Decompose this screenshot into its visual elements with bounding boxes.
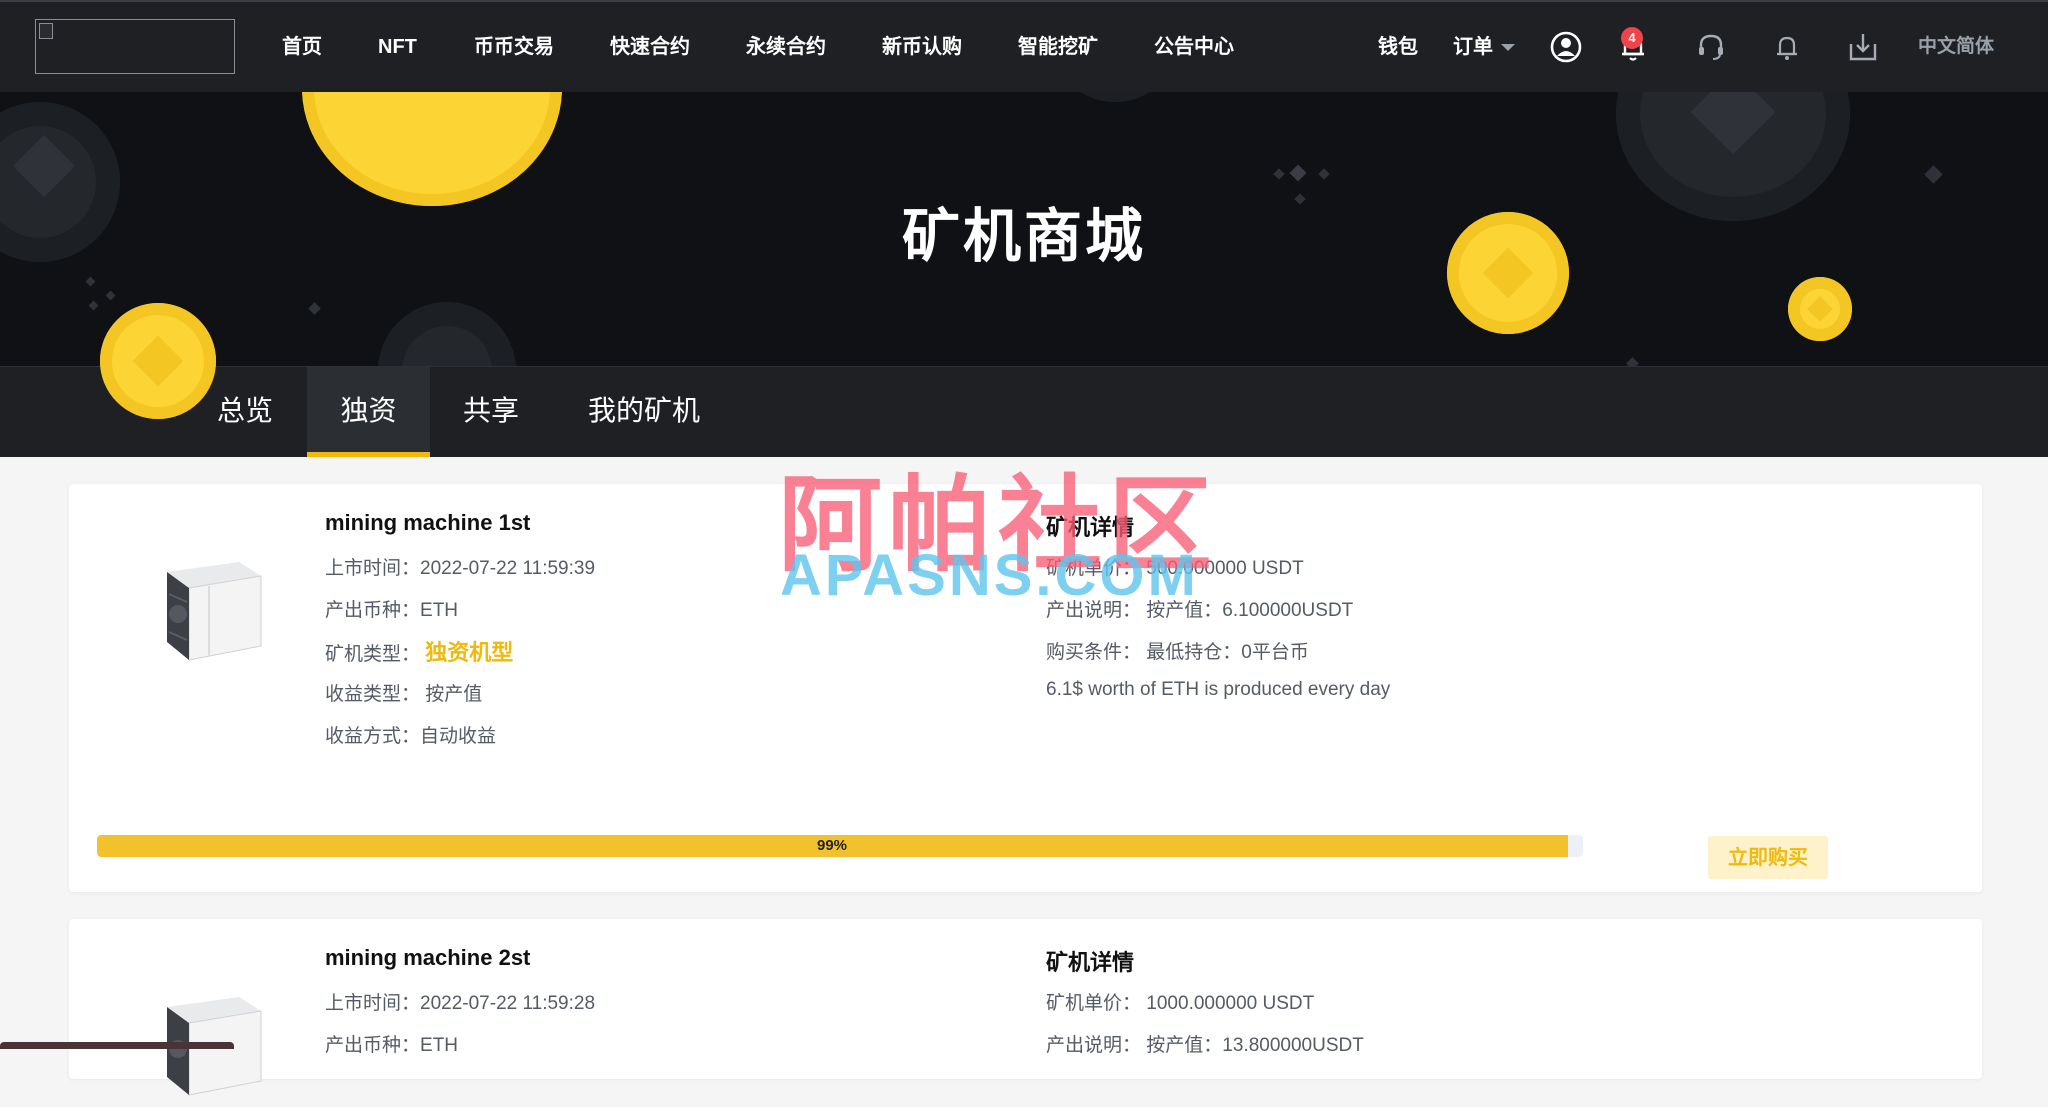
diamond-decoration [85, 276, 96, 287]
income-type-label: 收益类型： [325, 684, 421, 705]
unit-price-label: 矿机单价： [1046, 993, 1142, 1014]
dark-coin-decoration [378, 302, 516, 366]
language-selector[interactable]: 中文简体 [1918, 2, 1994, 92]
listed-time-label: 上市时间： [325, 993, 421, 1014]
machine-title: mining machine 1st [325, 510, 531, 535]
nav-wallet[interactable]: 钱包 [1378, 2, 1418, 92]
production-note: 6.1$ worth of ETH is produced every day [1046, 679, 1391, 700]
listed-time-row: 上市时间：2022-07-22 11:59:28 [325, 988, 595, 1015]
nav-spot-trading[interactable]: 币币交易 [474, 2, 554, 92]
machine-type-label: 矿机类型： [325, 644, 421, 665]
buy-condition-row: 购买条件： 最低持仓：0平台币 [1046, 637, 1309, 664]
diamond-decoration [132, 335, 184, 387]
nav-nft[interactable]: NFT [378, 2, 417, 92]
download-icon[interactable] [1846, 30, 1880, 64]
machine-type-value: 独资机型 [425, 640, 514, 665]
machine-type-row: 矿机类型： 独资机型 [325, 635, 513, 667]
tab-shared[interactable]: 共享 [446, 367, 536, 457]
unit-price-row: 矿机单价： 1000.000000 USDT [1046, 988, 1314, 1015]
top-navbar: 首页 NFT 币币交易 快速合约 永续合约 新币认购 智能挖矿 公告中心 钱包 … [0, 0, 2048, 92]
output-coin-value: ETH [420, 600, 459, 621]
nav-quick-contract[interactable]: 快速合约 [610, 2, 690, 92]
nav-announcements[interactable]: 公告中心 [1154, 2, 1234, 92]
unit-price-value: 1000.000000 USDT [1146, 993, 1315, 1014]
user-icon[interactable] [1549, 30, 1583, 64]
diamond-decoration [1924, 165, 1943, 184]
buy-now-button[interactable]: 立即购买 [1708, 836, 1828, 879]
progress-percent: 99% [816, 837, 848, 854]
output-coin-label: 产出币种： [325, 600, 421, 621]
listed-time-value: 2022-07-22 11:59:28 [420, 993, 596, 1014]
output-coin-value: ETH [420, 1035, 459, 1056]
nav-perpetual-contract[interactable]: 永续合约 [746, 2, 826, 92]
diamond-decoration [1318, 168, 1330, 180]
nav-orders-label: 订单 [1453, 36, 1493, 58]
diamond-decoration [308, 302, 321, 315]
buy-condition-label: 购买条件： [1046, 642, 1142, 663]
diamond-decoration [1289, 164, 1307, 182]
chevron-down-icon [1501, 44, 1515, 52]
hero-banner: 矿机商城 [0, 92, 2048, 366]
nav-home[interactable]: 首页 [282, 2, 322, 92]
output-desc-label: 产出说明： [1046, 1035, 1142, 1056]
page-title: 矿机商城 [901, 204, 1146, 269]
diamond-decoration [1626, 357, 1639, 366]
broken-image-icon [39, 23, 53, 39]
machine-title: mining machine 2st [325, 945, 531, 970]
logo[interactable] [35, 19, 235, 74]
sales-progress-bar: 99% [97, 835, 1583, 857]
tab-solo[interactable]: 独资 [307, 367, 430, 457]
dark-coin-decoration [1055, 92, 1175, 102]
miner-card: mining machine 2st 上市时间：2022-07-22 11:59… [69, 919, 1982, 1096]
income-method-value: 自动收益 [420, 726, 497, 747]
output-coin-label: 产出币种： [325, 1035, 421, 1056]
nav-smart-mining[interactable]: 智能挖矿 [1018, 2, 1098, 92]
gold-coin-decoration [100, 303, 216, 419]
listed-time-row: 上市时间：2022-07-22 11:59:39 [325, 553, 595, 580]
details-title: 矿机详情 [1046, 950, 1135, 975]
buy-condition-value: 最低持仓：0平台币 [1146, 642, 1309, 663]
income-type-row: 收益类型： 按产值 [325, 679, 482, 706]
listed-time-value: 2022-07-22 11:59:39 [420, 558, 596, 579]
watermark-url: APASNS.COM [780, 543, 1199, 608]
diamond-decoration [105, 290, 116, 301]
income-method-label: 收益方式： [325, 726, 421, 747]
output-desc-value: 按产值：13.800000USDT [1146, 1035, 1364, 1056]
bottom-tab-strip [0, 1042, 234, 1049]
output-coin-row: 产出币种：ETH [325, 1030, 458, 1057]
headset-icon[interactable] [1694, 30, 1728, 64]
diamond-decoration [1273, 168, 1285, 180]
mining-machine-image [167, 562, 262, 661]
output-coin-row: 产出币种：ETH [325, 595, 458, 622]
tab-my-miners[interactable]: 我的矿机 [576, 367, 712, 457]
alarm-icon[interactable] [1770, 30, 1804, 64]
income-method-row: 收益方式：自动收益 [325, 721, 496, 748]
tab-overview[interactable]: 总览 [200, 367, 290, 457]
nav-token-subscription[interactable]: 新币认购 [882, 2, 962, 92]
output-desc-row: 产出说明： 按产值：13.800000USDT [1046, 1030, 1364, 1057]
income-type-value: 按产值 [425, 684, 483, 705]
nav-orders-dropdown[interactable]: 订单 [1453, 2, 1515, 92]
listed-time-label: 上市时间： [325, 558, 421, 579]
diamond-decoration [88, 300, 99, 311]
notification-count-badge: 4 [1621, 27, 1643, 49]
